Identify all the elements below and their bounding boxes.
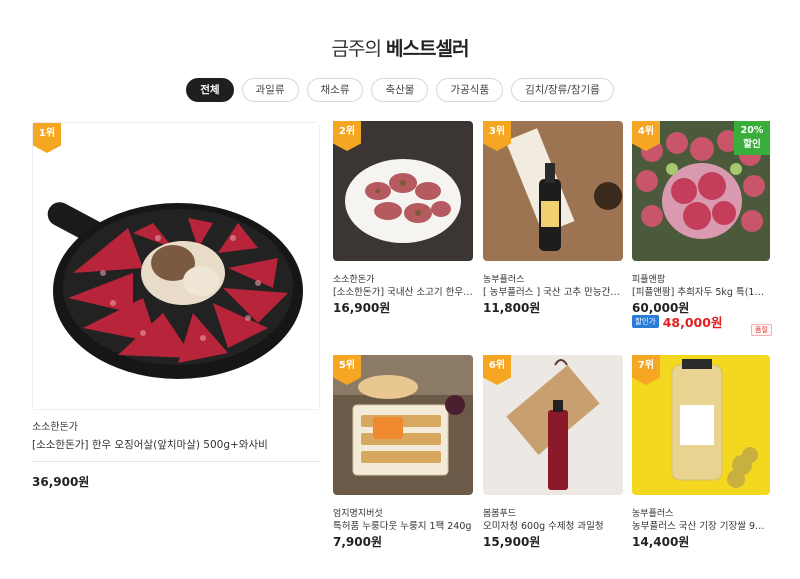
tab-processed-food[interactable]: 가공식품 — [436, 78, 504, 102]
product-6-price: 15,900원 — [483, 535, 541, 549]
section-title: 금주의 베스트셀러 — [0, 34, 800, 61]
category-tabs: 전체 과일류 채소류 축산물 가공식품 김치/장류/참기름 — [0, 78, 800, 102]
product-5-name[interactable]: 특허품 누룽다웃 누룽지 1팩 240g — [333, 518, 473, 532]
product-2-price: 16,900원 — [333, 301, 391, 315]
product-card-6[interactable]: 6위 — [483, 355, 623, 495]
product-card-7[interactable]: 7위 — [632, 355, 770, 495]
product-6-name[interactable]: 오미자청 600g 수제청 과일청 — [483, 518, 623, 532]
tab-livestock[interactable]: 축산물 — [371, 78, 429, 102]
discount-badge: 20% 할인 — [734, 121, 770, 155]
product-3-price: 11,800원 — [483, 301, 541, 315]
product-7-name[interactable]: 농부플러스 국산 기장 기장쌀 950g — [632, 518, 770, 532]
divider — [32, 461, 320, 462]
product-2-name[interactable]: [소소한돈가] 국내산 소고기 한우 1… — [333, 284, 473, 298]
product-card-1[interactable]: 1위 — [32, 122, 320, 410]
product-4-sale: 할인가 48,000원 — [632, 312, 722, 331]
product-4-name[interactable]: [피플앤팜] 추희자두 5kg 특(120~… — [632, 284, 770, 298]
product-card-4[interactable]: 4위 20% 할인 — [632, 121, 770, 261]
product-1-brand: 소소한돈가 — [32, 422, 78, 433]
title-prefix: 금주의 — [331, 38, 382, 60]
product-card-5[interactable]: 5위 — [333, 355, 473, 495]
tab-all[interactable]: 전체 — [186, 78, 234, 102]
sale-price: 48,000원 — [662, 315, 723, 330]
title-main: 베스트셀러 — [386, 38, 469, 60]
sale-tag: 할인가 — [632, 315, 659, 328]
product-card-3[interactable]: 3위 — [483, 121, 623, 261]
product-3-name[interactable]: [ 농부플러스 ] 국산 고추 만능간장 … — [483, 284, 623, 298]
tab-fruits[interactable]: 과일류 — [241, 78, 299, 102]
product-image-beef-platter — [33, 123, 319, 409]
product-7-price: 14,400원 — [632, 535, 690, 549]
tab-kimchi-sauces[interactable]: 김치/장류/참기름 — [511, 78, 614, 102]
product-card-2[interactable]: 2위 — [333, 121, 473, 261]
soldout-tag: 품절 — [751, 324, 772, 336]
product-1-name[interactable]: [소소한돈가] 한우 오징어살(앞치마살) 500g+와사비 — [32, 437, 320, 452]
product-5-price: 7,900원 — [333, 535, 382, 549]
product-1-price: 36,900원 — [32, 475, 90, 489]
tab-vegetables[interactable]: 채소류 — [306, 78, 364, 102]
